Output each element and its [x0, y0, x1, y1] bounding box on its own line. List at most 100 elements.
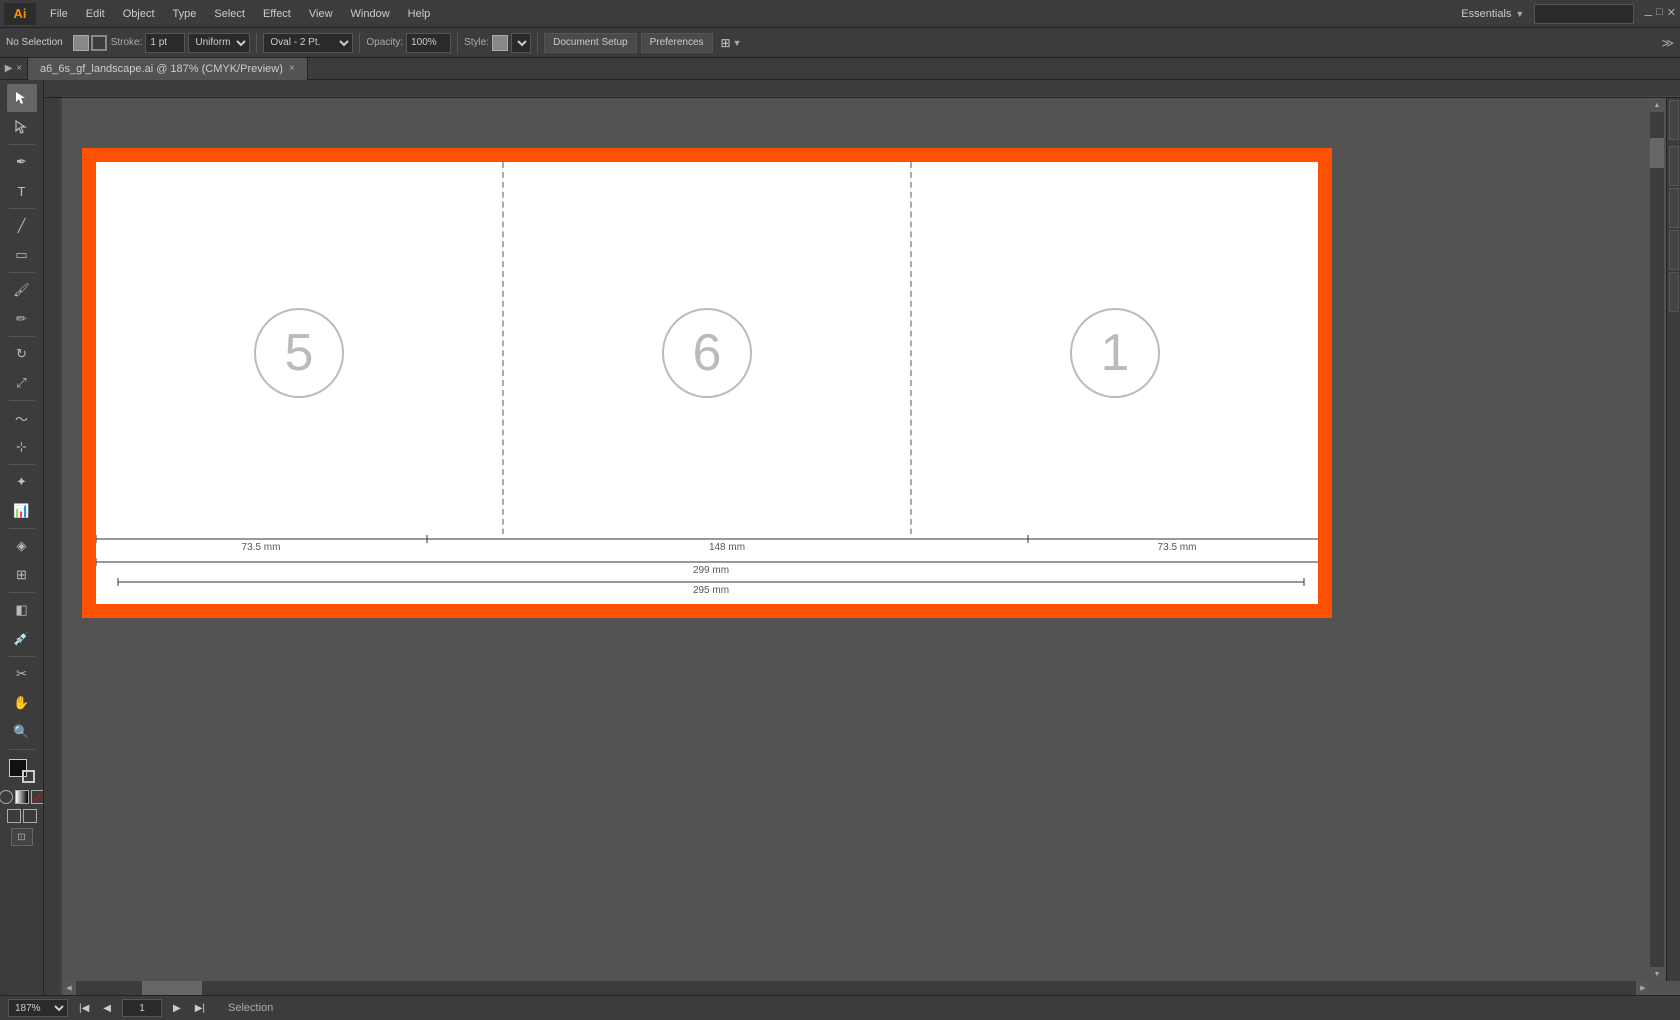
menu-file[interactable]: File [42, 5, 76, 23]
pencil-tool[interactable]: ✏ [7, 305, 37, 333]
rotate-tool[interactable]: ↻ [7, 340, 37, 368]
svg-text:73.5 mm: 73.5 mm [242, 542, 281, 553]
menu-select[interactable]: Select [206, 5, 253, 23]
paintbrush-tool[interactable]: 🖌 [7, 276, 37, 304]
eyedropper-tool[interactable]: 💉 [7, 625, 37, 653]
tab-filename: a6_6s_gf_landscape.ai @ 187% (CMYK/Previ… [40, 63, 283, 75]
stroke-box [22, 770, 35, 783]
stroke-color-swatch[interactable] [91, 35, 107, 51]
mesh-tool[interactable]: ⊞ [7, 561, 37, 589]
zoom-select[interactable]: 187% [8, 999, 68, 1017]
color-mode-icon[interactable] [0, 790, 13, 804]
scrollbar-horizontal[interactable]: ◀ ▶ [62, 981, 1650, 995]
tab-bar: ▶ × a6_6s_gf_landscape.ai @ 187% (CMYK/P… [0, 58, 1680, 80]
graph-tool[interactable]: 📊 [7, 497, 37, 525]
right-tab-1[interactable] [1669, 100, 1679, 140]
scroll-thumb-h[interactable] [142, 981, 202, 995]
prev-page-btn[interactable]: |◀ [76, 1002, 92, 1015]
type-tool[interactable]: T [7, 177, 37, 205]
page-number-5: 5 [254, 308, 344, 398]
minimize-icon[interactable]: – [1644, 6, 1652, 22]
workspace-chevron-icon: ▼ [1515, 9, 1524, 19]
toolbar: No Selection Stroke: Uniform Oval - 2 Pt… [0, 28, 1680, 58]
scrollbar-vertical[interactable]: ▲ ▼ [1650, 98, 1664, 981]
stroke-dropdown[interactable]: Uniform [188, 33, 250, 53]
canvas-content[interactable]: 5 6 1 [62, 98, 1664, 995]
rectangle-tool[interactable]: ▭ [7, 241, 37, 269]
close-icon[interactable]: ✕ [1667, 6, 1676, 22]
artboard: 5 6 1 [96, 162, 1318, 604]
right-tab-2[interactable] [1669, 146, 1679, 186]
maximize-icon[interactable]: □ [1656, 6, 1663, 22]
scroll-thumb-v[interactable] [1650, 138, 1664, 168]
scroll-up-btn[interactable]: ▲ [1650, 98, 1664, 112]
main-area: ✒ T ╱ ▭ 🖌 ✏ ↻ ⤢ 〜 ⊹ ✦ 📊 ◈ ⊞ ◧ [0, 80, 1680, 995]
right-tab-3[interactable] [1669, 188, 1679, 228]
status-bar: 187% |◀ ◀ ▶ ▶| Selection [0, 995, 1680, 1020]
app-logo: Ai [4, 3, 36, 25]
tool-status-label: Selection [228, 1002, 273, 1014]
blend-tool[interactable]: ◈ [7, 532, 37, 560]
page-number-input[interactable] [122, 999, 162, 1017]
arrange-chevron-icon[interactable]: ▼ [733, 38, 742, 48]
gradient-tool[interactable]: ◧ [7, 596, 37, 624]
right-tab-5[interactable] [1669, 272, 1679, 312]
symbol-tool[interactable]: ✦ [7, 468, 37, 496]
canvas-area: 5 6 1 [44, 80, 1680, 995]
style-dropdown[interactable] [511, 33, 531, 53]
stroke-value-input[interactable] [145, 33, 185, 53]
mode-buttons [7, 809, 37, 823]
free-transform-tool[interactable]: ⊹ [7, 433, 37, 461]
style-swatch[interactable] [492, 35, 508, 51]
menu-effect[interactable]: Effect [255, 5, 299, 23]
zoom-tool[interactable]: 🔍 [7, 718, 37, 746]
hand-tool[interactable]: ✋ [7, 689, 37, 717]
scroll-left-btn[interactable]: ◀ [62, 981, 76, 995]
brush-dropdown[interactable]: Oval - 2 Pt. [263, 33, 353, 53]
document-tab[interactable]: a6_6s_gf_landscape.ai @ 187% (CMYK/Previ… [28, 58, 308, 80]
menu-object[interactable]: Object [115, 5, 163, 23]
next-btn[interactable]: ▶ [170, 1002, 184, 1015]
pen-tool[interactable]: ✒ [7, 148, 37, 176]
document-setup-button[interactable]: Document Setup [544, 33, 637, 53]
search-input[interactable] [1534, 4, 1634, 24]
page-number-1: 1 [1070, 308, 1160, 398]
menu-window[interactable]: Window [343, 5, 398, 23]
svg-text:148 mm: 148 mm [709, 542, 745, 553]
scroll-right-btn[interactable]: ▶ [1636, 981, 1650, 995]
line-tool[interactable]: ╱ [7, 212, 37, 240]
draw-inside-icon[interactable] [7, 809, 21, 823]
tab-close-icon[interactable]: × [289, 63, 295, 74]
right-tab-4[interactable] [1669, 230, 1679, 270]
selection-tool[interactable] [7, 84, 37, 112]
scroll-down-btn[interactable]: ▼ [1650, 967, 1664, 981]
fill-color-swatch[interactable] [73, 35, 89, 51]
prev-btn[interactable]: ◀ [100, 1002, 114, 1015]
menu-edit[interactable]: Edit [78, 5, 113, 23]
next-page-btn[interactable]: ▶| [192, 1002, 208, 1015]
ruler-top [44, 80, 1680, 98]
selection-label: No Selection [6, 37, 63, 48]
svg-text:73.5 mm: 73.5 mm [1158, 542, 1197, 553]
ruler-left [44, 98, 62, 995]
arrange-icon[interactable]: ⊞ [721, 36, 731, 50]
artboard-outer: 5 6 1 [82, 148, 1332, 618]
expand-panel-icon[interactable]: ≫ [1661, 36, 1674, 50]
scale-tool[interactable]: ⤢ [7, 369, 37, 397]
preferences-button[interactable]: Preferences [641, 33, 713, 53]
menu-help[interactable]: Help [400, 5, 439, 23]
gradient-mode-icon[interactable] [15, 790, 29, 804]
scissors-tool[interactable]: ✂ [7, 660, 37, 688]
screen-mode-icon[interactable] [23, 809, 37, 823]
opacity-input[interactable] [406, 33, 451, 53]
panel-toggle-icon[interactable]: ▶ [5, 63, 13, 74]
direct-selection-tool[interactable] [7, 113, 37, 141]
menu-type[interactable]: Type [165, 5, 205, 23]
warp-tool[interactable]: 〜 [7, 404, 37, 432]
color-boxes[interactable] [7, 757, 37, 785]
screen-mode-btn[interactable]: ⊡ [11, 828, 33, 846]
menu-view[interactable]: View [301, 5, 341, 23]
right-panel-tabs [1666, 98, 1680, 981]
panel-close-icon[interactable]: × [16, 63, 22, 74]
none-mode-icon[interactable] [31, 790, 45, 804]
